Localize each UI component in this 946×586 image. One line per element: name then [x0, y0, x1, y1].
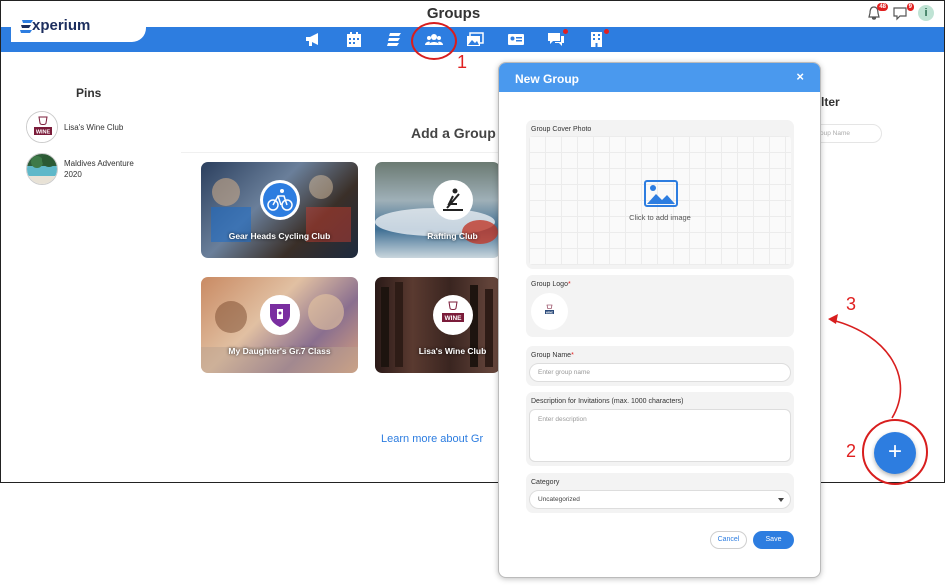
cancel-button[interactable]: Cancel	[710, 531, 747, 549]
maldives-avatar	[26, 153, 58, 185]
pin-item-wine-club[interactable]: WINE Lisa's Wine Club	[26, 111, 149, 143]
messages-dot	[563, 29, 568, 34]
group-logo-section: Group Logo* WINE	[526, 275, 794, 337]
building-icon[interactable]	[588, 29, 609, 48]
school-crest-icon	[259, 295, 300, 335]
image-placeholder-icon	[644, 180, 678, 207]
learn-more-link[interactable]: Learn more about Gr	[381, 433, 483, 445]
category-label: Category	[531, 479, 560, 486]
new-group-modal: New Group × Group Cover Photo Click to a…	[498, 62, 821, 578]
info-icon[interactable]: i	[918, 5, 934, 21]
modal-header: New Group ×	[499, 63, 820, 92]
brand-name: xperium	[32, 17, 91, 34]
photos-icon[interactable]	[466, 31, 484, 48]
pin-item-maldives[interactable]: Maldives Adventure 2020	[26, 153, 149, 185]
building-dot	[604, 29, 609, 34]
category-select[interactable]: Uncategorized	[529, 490, 791, 509]
cover-photo-label: Group Cover Photo	[531, 126, 592, 133]
annotation-number-2: 2	[846, 441, 857, 461]
section-divider	[181, 152, 501, 153]
add-group-title: Add a Group	[411, 125, 496, 141]
card-label: My Daughter's Gr.7 Class	[228, 346, 331, 356]
save-button[interactable]: Save	[753, 531, 794, 549]
annotation-ring-1	[411, 22, 457, 60]
annotation-arrow	[828, 314, 902, 419]
description-section: Description for Invitations (max. 1000 c…	[526, 392, 794, 466]
group-card-wine[interactable]: WINE Lisa's Wine Club	[375, 277, 500, 373]
wine-icon: WINE	[433, 295, 473, 335]
stack-icon[interactable]	[386, 31, 404, 48]
wine-icon-text: WINE	[445, 315, 463, 322]
card-label: Gear Heads Cycling Club	[228, 231, 331, 241]
group-name-label: Group Name*	[531, 352, 574, 359]
pin-label: Lisa's Wine Club	[64, 122, 124, 132]
calendar-icon[interactable]	[345, 31, 363, 48]
bell-icon[interactable]: 48	[866, 3, 888, 21]
logo-thumb-text: WINE	[546, 310, 553, 314]
wine-avatar-text: WINE	[36, 130, 51, 136]
description-label: Description for Invitations (max. 1000 c…	[531, 398, 684, 405]
rafting-icon	[433, 180, 473, 220]
card-label: Lisa's Wine Club	[418, 346, 487, 356]
wine-club-avatar: WINE	[26, 111, 58, 143]
notification-badge: 48	[877, 3, 888, 11]
add-image-hint: Click to add image	[629, 213, 691, 222]
pin-label: Maldives Adventure 2020	[64, 159, 134, 179]
megaphone-icon[interactable]	[304, 31, 322, 48]
group-name-section: Group Name* Enter group name	[526, 346, 794, 386]
top-right-toolbar: 48 9 i	[866, 3, 934, 21]
id-card-icon[interactable]	[507, 31, 525, 48]
group-logo-upload[interactable]: WINE	[531, 293, 568, 330]
group-card-class[interactable]: My Daughter's Gr.7 Class	[201, 277, 358, 373]
group-card-rafting[interactable]: Rafting Club	[375, 162, 500, 258]
pins-title: Pins	[76, 86, 102, 100]
bicycle-icon	[259, 180, 300, 220]
description-textarea[interactable]: Enter description	[529, 409, 791, 462]
close-icon[interactable]: ×	[796, 69, 804, 84]
filter-title: lter	[821, 95, 840, 109]
messages-icon[interactable]	[547, 29, 568, 48]
cover-photo-section: Group Cover Photo Click to add image	[526, 120, 794, 269]
chat-icon[interactable]: 9	[892, 3, 914, 21]
modal-title: New Group	[515, 72, 580, 86]
group-logo-label: Group Logo*	[531, 281, 571, 288]
card-label: Rafting Club	[427, 231, 478, 241]
brand-logo[interactable]: xperium	[11, 12, 146, 42]
category-value: Uncategorized	[538, 496, 580, 503]
cover-photo-dropzone[interactable]: Click to add image	[529, 136, 791, 265]
chevron-down-icon	[778, 498, 784, 502]
group-card-cycling[interactable]: Gear Heads Cycling Club	[201, 162, 358, 258]
category-section: Category Uncategorized	[526, 473, 794, 513]
group-name-input[interactable]: Enter group name	[529, 363, 791, 382]
annotation-number-1: 1	[457, 52, 468, 72]
message-badge: 9	[906, 3, 914, 11]
